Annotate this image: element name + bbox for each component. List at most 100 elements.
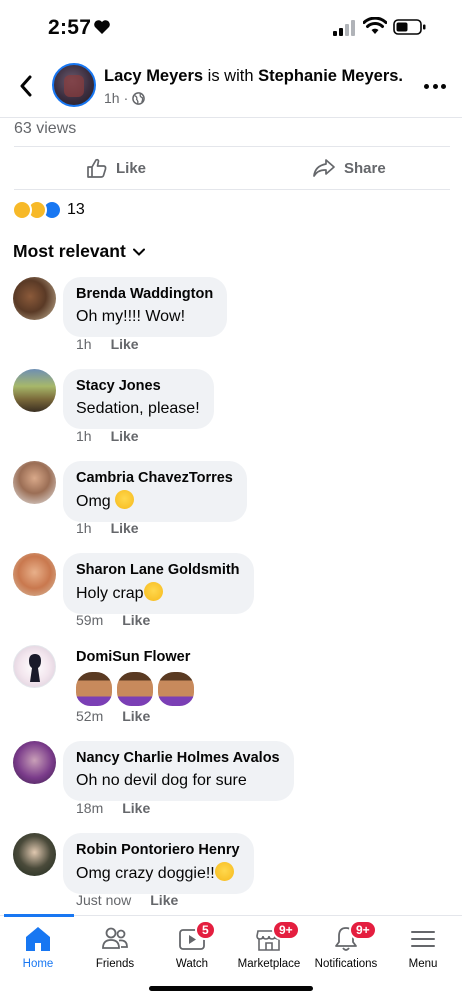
friends-icon [100,924,130,954]
action-bar: Like Share [14,146,450,190]
tab-marketplace[interactable]: 9+ Marketplace [229,920,309,970]
comment-time[interactable]: 52m [76,708,103,724]
tab-menu[interactable]: Menu [383,924,462,970]
more-options-button[interactable] [424,82,446,90]
menu-icon [408,924,438,954]
notifications-icon: 9+ [331,920,377,954]
commenter-name[interactable]: Stacy Jones [76,377,200,395]
tab-label: Notifications [314,958,378,970]
tab-notifications[interactable]: 9+ Notifications [306,920,386,970]
comment-bubble[interactable]: Cambria ChavezTorres Omg [63,461,247,522]
author-avatar[interactable] [52,63,96,107]
comment-bubble[interactable]: Nancy Charlie Holmes Avalos Oh no devil … [63,741,294,801]
comment-bubble[interactable]: Brenda Waddington Oh my!!!! Wow! [63,277,228,337]
tab-label: Friends [95,958,135,970]
commenter-name[interactable]: Nancy Charlie Holmes Avalos [76,749,280,767]
wow-reaction-icon [12,200,32,220]
avatar[interactable] [13,553,56,596]
comment-like-button[interactable]: Like [122,800,150,816]
share-button[interactable]: Share [312,157,386,179]
comment-bubble[interactable]: Robin Pontoriero Henry Omg crazy doggie!… [63,833,254,894]
comment-like-button[interactable]: Like [111,428,139,444]
commenter-name[interactable]: Sharon Lane Goldsmith [76,561,240,579]
wifi-icon [363,17,387,34]
share-label: Share [344,159,386,177]
like-button[interactable]: Like [86,157,146,179]
comment-text: Omg crazy doggie!! [76,862,240,885]
avatar[interactable] [13,741,56,784]
battery-icon [393,19,426,35]
notifications-badge: 9+ [349,920,377,940]
avatar[interactable] [13,833,56,876]
home-indicator [149,986,313,991]
tab-label: Marketplace [237,958,301,970]
share-icon [313,159,335,177]
tagged-name[interactable]: Stephanie Meyers. [258,67,403,85]
comment-time[interactable]: 18m [76,800,103,816]
comment-time[interactable]: 1h [76,520,92,536]
comment-meta: 1h Like [76,428,139,444]
comment-text: Holy crap [76,582,240,605]
comment-like-button[interactable]: Like [150,892,178,908]
post-header: Lacy Meyers is with Stephanie Meyers. 1h… [0,56,462,118]
comment-meta: 18m Like [76,800,150,816]
comment-text: Sedation, please! [76,400,200,417]
comment-time[interactable]: 1h [76,336,92,352]
avatar[interactable] [13,277,56,320]
comment-text: Oh no devil dog for sure [76,772,247,789]
comment-text: Oh my!!!! Wow! [76,308,186,325]
commenter-name[interactable]: Robin Pontoriero Henry [76,841,240,859]
post-title: Lacy Meyers is with Stephanie Meyers. [104,67,403,86]
facepalm-emoji-icon [76,672,112,706]
tab-label: Home [22,958,54,970]
tab-label: Watch [175,958,209,970]
marketplace-icon: 9+ [254,920,300,954]
comment-like-button[interactable]: Like [111,520,139,536]
sort-label: Most relevant [13,241,126,261]
commenter-name[interactable]: Cambria ChavezTorres [76,469,233,487]
tab-watch[interactable]: 5 Watch [152,920,232,970]
commenter-name[interactable]: DomiSun Flower [76,648,199,666]
comment-time[interactable]: 1h [76,428,92,444]
reactions-summary[interactable]: 13 [12,200,85,220]
facepalm-emoji-icon [158,672,194,706]
comment-time[interactable]: 59m [76,612,103,628]
heart-icon [94,20,110,34]
avatar[interactable] [13,461,56,504]
more-icon [424,83,429,89]
view-count: 63 views [14,120,77,137]
back-icon [20,75,32,97]
sort-dropdown[interactable]: Most relevant [13,241,145,262]
commenter-name[interactable]: Brenda Waddington [76,285,213,303]
comment-meta: Just now Like [76,892,178,908]
comment-like-button[interactable]: Like [122,708,150,724]
post-meta: 1h · [104,90,146,106]
facepalm-emoji-icon [117,672,153,706]
tab-friends[interactable]: Friends [75,924,155,970]
post-time[interactable]: 1h [104,90,120,106]
flushed-emoji-icon [115,490,135,509]
meta-separator: · [123,90,129,106]
rofl-emoji-icon [214,862,234,881]
like-label: Like [116,159,147,177]
marketplace-badge: 9+ [272,920,300,940]
comment-bubble[interactable]: Stacy Jones Sedation, please! [63,369,214,429]
tab-home[interactable]: Home [0,924,78,970]
signal-icon [333,20,355,36]
comment-bubble[interactable]: Sharon Lane Goldsmith Holy crap [63,553,254,614]
comment-meta: 1h Like [76,520,139,536]
comment-time[interactable]: Just now [76,892,131,908]
active-tab-indicator [4,914,74,917]
author-name[interactable]: Lacy Meyers [104,67,203,85]
comment-meta: 59m Like [76,612,150,628]
tab-label: Menu [408,958,438,970]
comment-meta: 52m Like [76,708,150,724]
back-button[interactable] [14,74,38,98]
comment-like-button[interactable]: Like [111,336,139,352]
avatar[interactable] [13,369,56,412]
flushed-emoji-icon [143,582,163,601]
comment-like-button[interactable]: Like [122,612,150,628]
avatar[interactable] [13,645,56,688]
reaction-count: 13 [67,201,85,218]
comment-text: Omg [76,490,233,513]
